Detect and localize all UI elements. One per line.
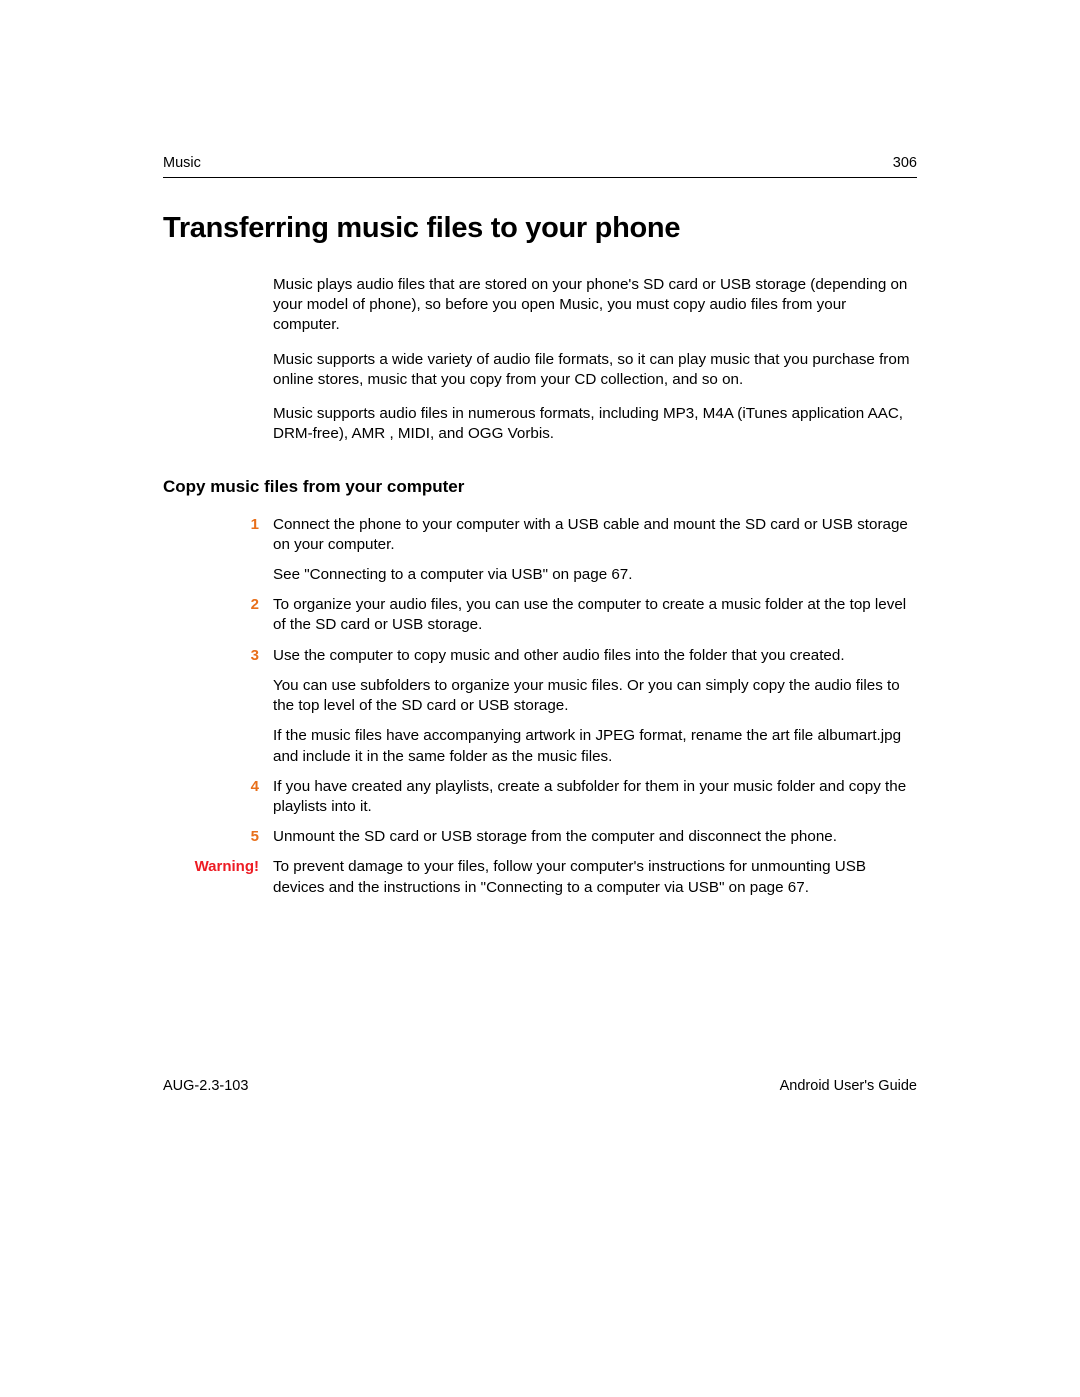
warning-text: To prevent damage to your files, follow … [273,857,917,897]
header-section: Music [163,155,201,171]
step-row: 4 If you have created any playlists, cre… [163,777,917,817]
step-text: You can use subfolders to organize your … [273,676,917,716]
page-title: Transferring music files to your phone [163,212,917,245]
step-text: If you have created any playlists, creat… [273,777,917,817]
header-page-number: 306 [893,155,917,171]
step-text: To organize your audio files, you can us… [273,595,917,635]
footer-doc-title: Android User's Guide [780,1078,917,1094]
step-number: 2 [163,595,273,635]
step-number: 1 [163,515,273,586]
step-body: If you have created any playlists, creat… [273,777,917,817]
step-number: 4 [163,777,273,817]
intro-block: Music plays audio files that are stored … [273,275,917,445]
step-row: 2 To organize your audio files, you can … [163,595,917,635]
step-text: See "Connecting to a computer via USB" o… [273,565,917,585]
intro-paragraph-1: Music plays audio files that are stored … [273,275,917,336]
warning-row: Warning! To prevent damage to your files… [163,857,917,897]
step-number: 5 [163,827,273,847]
step-row: 3 Use the computer to copy music and oth… [163,646,917,767]
step-text: If the music files have accompanying art… [273,726,917,766]
footer-doc-id: AUG-2.3-103 [163,1078,248,1094]
intro-paragraph-2: Music supports a wide variety of audio f… [273,350,917,390]
step-number: 3 [163,646,273,767]
intro-paragraph-3: Music supports audio files in numerous f… [273,404,917,444]
steps-list: 1 Connect the phone to your computer wit… [163,515,917,898]
document-page: Music 306 Transferring music files to yo… [0,0,1080,898]
step-body: To organize your audio files, you can us… [273,595,917,635]
running-footer: AUG-2.3-103 Android User's Guide [163,1078,917,1094]
warning-label: Warning! [163,857,273,897]
step-text: Connect the phone to your computer with … [273,515,917,555]
step-body: Connect the phone to your computer with … [273,515,917,586]
step-text: Unmount the SD card or USB storage from … [273,827,917,847]
step-row: 1 Connect the phone to your computer wit… [163,515,917,586]
step-body: Use the computer to copy music and other… [273,646,917,767]
running-header: Music 306 [163,155,917,178]
step-text: Use the computer to copy music and other… [273,646,917,666]
step-body: Unmount the SD card or USB storage from … [273,827,917,847]
section-heading: Copy music files from your computer [163,477,917,497]
step-row: 5 Unmount the SD card or USB storage fro… [163,827,917,847]
